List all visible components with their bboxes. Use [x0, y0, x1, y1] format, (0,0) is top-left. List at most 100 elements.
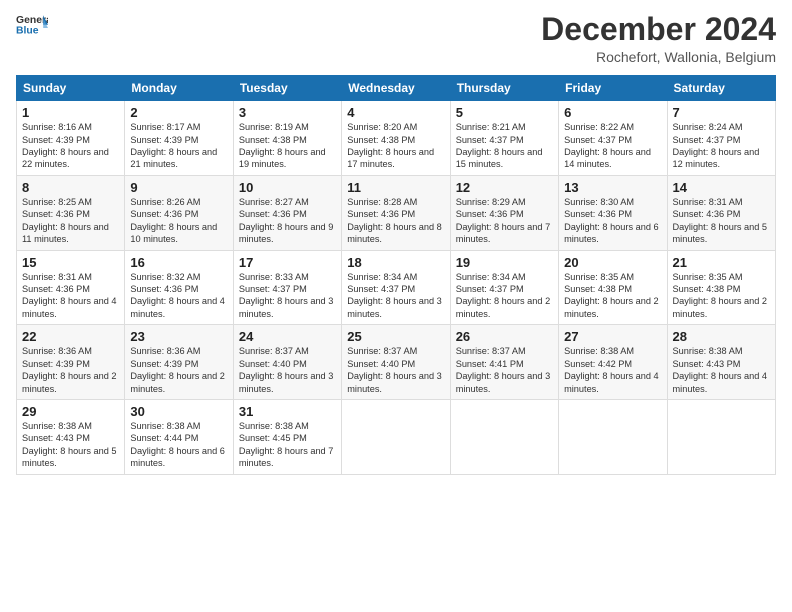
- day-info: Sunrise: 8:38 AMSunset: 4:42 PMDaylight:…: [564, 345, 661, 395]
- month-title: December 2024: [541, 12, 776, 47]
- day-number: 22: [22, 329, 119, 344]
- day-info: Sunrise: 8:21 AMSunset: 4:37 PMDaylight:…: [456, 121, 553, 171]
- day-number: 2: [130, 105, 227, 120]
- calendar-cell: 9Sunrise: 8:26 AMSunset: 4:36 PMDaylight…: [125, 175, 233, 250]
- calendar-cell: [450, 399, 558, 474]
- day-info: Sunrise: 8:31 AMSunset: 4:36 PMDaylight:…: [22, 271, 119, 321]
- col-saturday: Saturday: [667, 76, 775, 101]
- logo-icon: General Blue: [16, 12, 48, 40]
- title-block: December 2024 Rochefort, Wallonia, Belgi…: [541, 12, 776, 65]
- day-info: Sunrise: 8:37 AMSunset: 4:40 PMDaylight:…: [239, 345, 336, 395]
- day-number: 11: [347, 180, 444, 195]
- calendar-cell: 13Sunrise: 8:30 AMSunset: 4:36 PMDayligh…: [559, 175, 667, 250]
- calendar-cell: 26Sunrise: 8:37 AMSunset: 4:41 PMDayligh…: [450, 325, 558, 400]
- svg-text:Blue: Blue: [16, 26, 39, 37]
- day-number: 4: [347, 105, 444, 120]
- calendar-cell: 5Sunrise: 8:21 AMSunset: 4:37 PMDaylight…: [450, 101, 558, 176]
- calendar-body: 1Sunrise: 8:16 AMSunset: 4:39 PMDaylight…: [17, 101, 776, 474]
- day-info: Sunrise: 8:35 AMSunset: 4:38 PMDaylight:…: [673, 271, 770, 321]
- day-info: Sunrise: 8:37 AMSunset: 4:41 PMDaylight:…: [456, 345, 553, 395]
- day-info: Sunrise: 8:26 AMSunset: 4:36 PMDaylight:…: [130, 196, 227, 246]
- day-info: Sunrise: 8:22 AMSunset: 4:37 PMDaylight:…: [564, 121, 661, 171]
- week-row-1: 1Sunrise: 8:16 AMSunset: 4:39 PMDaylight…: [17, 101, 776, 176]
- location-subtitle: Rochefort, Wallonia, Belgium: [541, 49, 776, 65]
- day-info: Sunrise: 8:25 AMSunset: 4:36 PMDaylight:…: [22, 196, 119, 246]
- day-info: Sunrise: 8:29 AMSunset: 4:36 PMDaylight:…: [456, 196, 553, 246]
- day-number: 25: [347, 329, 444, 344]
- calendar-cell: 3Sunrise: 8:19 AMSunset: 4:38 PMDaylight…: [233, 101, 341, 176]
- calendar-cell: 17Sunrise: 8:33 AMSunset: 4:37 PMDayligh…: [233, 250, 341, 325]
- calendar-cell: 16Sunrise: 8:32 AMSunset: 4:36 PMDayligh…: [125, 250, 233, 325]
- calendar-cell: 18Sunrise: 8:34 AMSunset: 4:37 PMDayligh…: [342, 250, 450, 325]
- day-number: 16: [130, 255, 227, 270]
- day-number: 27: [564, 329, 661, 344]
- day-info: Sunrise: 8:24 AMSunset: 4:37 PMDaylight:…: [673, 121, 770, 171]
- calendar-cell: 31Sunrise: 8:38 AMSunset: 4:45 PMDayligh…: [233, 399, 341, 474]
- calendar-cell: 30Sunrise: 8:38 AMSunset: 4:44 PMDayligh…: [125, 399, 233, 474]
- calendar-cell: 12Sunrise: 8:29 AMSunset: 4:36 PMDayligh…: [450, 175, 558, 250]
- day-info: Sunrise: 8:38 AMSunset: 4:43 PMDaylight:…: [673, 345, 770, 395]
- day-info: Sunrise: 8:16 AMSunset: 4:39 PMDaylight:…: [22, 121, 119, 171]
- col-monday: Monday: [125, 76, 233, 101]
- day-number: 23: [130, 329, 227, 344]
- day-number: 10: [239, 180, 336, 195]
- day-number: 12: [456, 180, 553, 195]
- day-number: 29: [22, 404, 119, 419]
- day-number: 5: [456, 105, 553, 120]
- calendar-cell: 25Sunrise: 8:37 AMSunset: 4:40 PMDayligh…: [342, 325, 450, 400]
- day-info: Sunrise: 8:36 AMSunset: 4:39 PMDaylight:…: [22, 345, 119, 395]
- day-number: 8: [22, 180, 119, 195]
- header: General Blue December 2024 Rochefort, Wa…: [16, 12, 776, 65]
- day-number: 24: [239, 329, 336, 344]
- day-number: 14: [673, 180, 770, 195]
- calendar-cell: 22Sunrise: 8:36 AMSunset: 4:39 PMDayligh…: [17, 325, 125, 400]
- calendar-cell: 1Sunrise: 8:16 AMSunset: 4:39 PMDaylight…: [17, 101, 125, 176]
- day-number: 26: [456, 329, 553, 344]
- logo: General Blue: [16, 12, 48, 40]
- calendar-cell: 11Sunrise: 8:28 AMSunset: 4:36 PMDayligh…: [342, 175, 450, 250]
- calendar-cell: 7Sunrise: 8:24 AMSunset: 4:37 PMDaylight…: [667, 101, 775, 176]
- day-info: Sunrise: 8:37 AMSunset: 4:40 PMDaylight:…: [347, 345, 444, 395]
- day-info: Sunrise: 8:28 AMSunset: 4:36 PMDaylight:…: [347, 196, 444, 246]
- day-number: 6: [564, 105, 661, 120]
- day-info: Sunrise: 8:38 AMSunset: 4:45 PMDaylight:…: [239, 420, 336, 470]
- calendar-cell: 29Sunrise: 8:38 AMSunset: 4:43 PMDayligh…: [17, 399, 125, 474]
- calendar-cell: 24Sunrise: 8:37 AMSunset: 4:40 PMDayligh…: [233, 325, 341, 400]
- week-row-5: 29Sunrise: 8:38 AMSunset: 4:43 PMDayligh…: [17, 399, 776, 474]
- week-row-2: 8Sunrise: 8:25 AMSunset: 4:36 PMDaylight…: [17, 175, 776, 250]
- day-info: Sunrise: 8:35 AMSunset: 4:38 PMDaylight:…: [564, 271, 661, 321]
- day-number: 19: [456, 255, 553, 270]
- col-friday: Friday: [559, 76, 667, 101]
- calendar-cell: [342, 399, 450, 474]
- day-number: 28: [673, 329, 770, 344]
- calendar-cell: [559, 399, 667, 474]
- day-info: Sunrise: 8:30 AMSunset: 4:36 PMDaylight:…: [564, 196, 661, 246]
- calendar-cell: 28Sunrise: 8:38 AMSunset: 4:43 PMDayligh…: [667, 325, 775, 400]
- calendar-cell: 21Sunrise: 8:35 AMSunset: 4:38 PMDayligh…: [667, 250, 775, 325]
- day-info: Sunrise: 8:27 AMSunset: 4:36 PMDaylight:…: [239, 196, 336, 246]
- calendar-cell: 27Sunrise: 8:38 AMSunset: 4:42 PMDayligh…: [559, 325, 667, 400]
- col-thursday: Thursday: [450, 76, 558, 101]
- day-info: Sunrise: 8:38 AMSunset: 4:44 PMDaylight:…: [130, 420, 227, 470]
- day-info: Sunrise: 8:36 AMSunset: 4:39 PMDaylight:…: [130, 345, 227, 395]
- calendar-cell: 8Sunrise: 8:25 AMSunset: 4:36 PMDaylight…: [17, 175, 125, 250]
- calendar-cell: 15Sunrise: 8:31 AMSunset: 4:36 PMDayligh…: [17, 250, 125, 325]
- day-number: 17: [239, 255, 336, 270]
- calendar-cell: 2Sunrise: 8:17 AMSunset: 4:39 PMDaylight…: [125, 101, 233, 176]
- day-info: Sunrise: 8:20 AMSunset: 4:38 PMDaylight:…: [347, 121, 444, 171]
- week-row-4: 22Sunrise: 8:36 AMSunset: 4:39 PMDayligh…: [17, 325, 776, 400]
- day-number: 30: [130, 404, 227, 419]
- day-number: 15: [22, 255, 119, 270]
- calendar-cell: 10Sunrise: 8:27 AMSunset: 4:36 PMDayligh…: [233, 175, 341, 250]
- header-row: Sunday Monday Tuesday Wednesday Thursday…: [17, 76, 776, 101]
- day-number: 18: [347, 255, 444, 270]
- day-info: Sunrise: 8:33 AMSunset: 4:37 PMDaylight:…: [239, 271, 336, 321]
- calendar-table: Sunday Monday Tuesday Wednesday Thursday…: [16, 75, 776, 474]
- week-row-3: 15Sunrise: 8:31 AMSunset: 4:36 PMDayligh…: [17, 250, 776, 325]
- calendar-cell: 19Sunrise: 8:34 AMSunset: 4:37 PMDayligh…: [450, 250, 558, 325]
- day-number: 21: [673, 255, 770, 270]
- day-number: 3: [239, 105, 336, 120]
- day-info: Sunrise: 8:34 AMSunset: 4:37 PMDaylight:…: [456, 271, 553, 321]
- day-number: 20: [564, 255, 661, 270]
- calendar-cell: 4Sunrise: 8:20 AMSunset: 4:38 PMDaylight…: [342, 101, 450, 176]
